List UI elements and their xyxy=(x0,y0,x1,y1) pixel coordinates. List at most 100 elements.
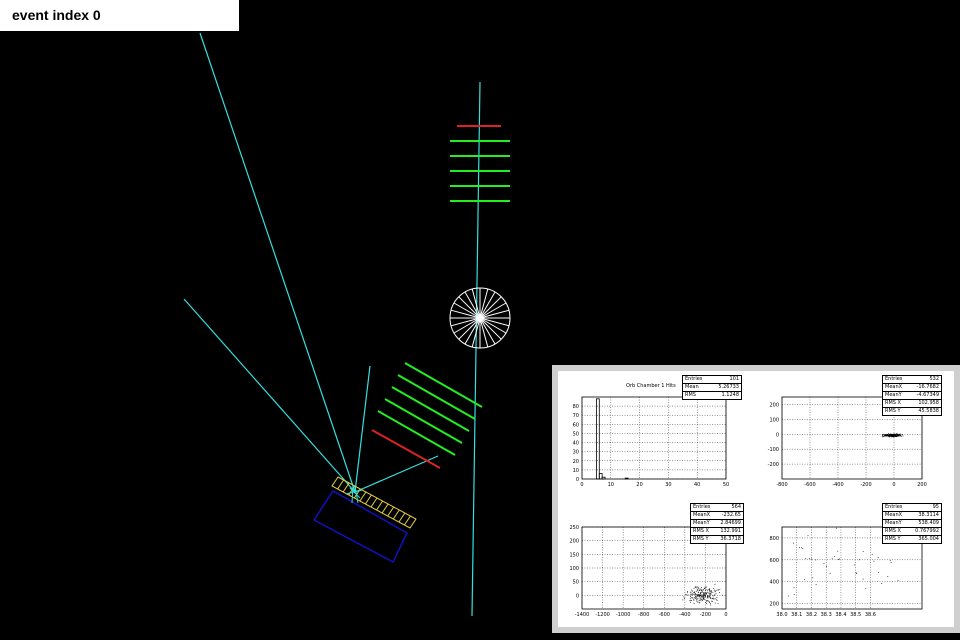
scatter-point xyxy=(715,593,717,595)
x-tick-label: -1000 xyxy=(616,612,631,618)
scatter-point xyxy=(704,595,706,597)
scatter-point xyxy=(709,590,710,591)
x-tick-label: 38.4 xyxy=(835,612,846,618)
event-index-label: event index 0 xyxy=(12,7,101,23)
scatter-point xyxy=(862,578,864,580)
x-tick-label: -1200 xyxy=(595,612,610,618)
scatter-point xyxy=(877,557,879,558)
scatter-point xyxy=(714,583,716,585)
scatter-point xyxy=(898,433,900,435)
scatter-point xyxy=(897,435,899,437)
stats-box-1: Entries 101 Mean 5.26733 RMS 1.1248 xyxy=(682,375,742,400)
y-tick-label: 200 xyxy=(769,602,779,608)
scatter-point xyxy=(709,594,710,596)
scatter-point xyxy=(884,436,886,438)
scatter-point xyxy=(706,593,707,595)
y-tick-label: 150 xyxy=(569,552,579,558)
y-tick-label: 0 xyxy=(776,432,779,438)
x-tick-label: 38.5 xyxy=(850,612,861,618)
y-tick-label: 80 xyxy=(573,404,579,410)
scatter-point xyxy=(709,591,711,592)
scatter-point xyxy=(891,436,892,438)
scatter-point xyxy=(693,594,695,595)
x-tick-label: 40 xyxy=(694,482,700,488)
y-tick-label: 100 xyxy=(569,566,579,572)
y-tick-label: 0 xyxy=(576,593,579,599)
y-tick-label: 20 xyxy=(573,459,579,465)
scatter-point xyxy=(878,571,879,573)
scatter-point xyxy=(706,592,708,593)
scatter-point xyxy=(712,591,714,593)
scatter-point xyxy=(899,435,900,436)
scatter-point xyxy=(718,589,719,591)
scatter-point xyxy=(862,551,864,552)
scatter-point xyxy=(793,594,795,595)
y-tick-label: 600 xyxy=(769,558,779,564)
scatter-point xyxy=(695,593,696,594)
scatter-point xyxy=(888,434,890,435)
scatter-point xyxy=(704,590,706,592)
scatter-point xyxy=(687,591,688,592)
scatter-point xyxy=(701,599,703,600)
scatter-point xyxy=(890,562,892,563)
scatter-point xyxy=(716,600,718,601)
scatter-point xyxy=(690,596,691,597)
scatter-point xyxy=(701,599,703,601)
scatter-point xyxy=(883,436,884,437)
stats-box-2: Entries 532 MeanX -16.7682 MeanY -4.67349 R… xyxy=(882,375,942,416)
scatter-point xyxy=(710,590,712,592)
scatter-point xyxy=(704,586,706,588)
scatter-point xyxy=(708,592,710,594)
scatter-point xyxy=(697,588,699,590)
scatter-point xyxy=(716,589,718,591)
scatter-point xyxy=(882,435,884,437)
scatter-point xyxy=(802,548,804,549)
scatter-point xyxy=(696,600,698,602)
scatter-point xyxy=(703,599,705,601)
scatter-point xyxy=(815,559,817,561)
scatter-point xyxy=(700,589,702,591)
x-tick-label: 200 xyxy=(917,482,927,488)
scatter-point xyxy=(694,586,696,588)
scatter-point xyxy=(710,594,712,595)
scatter-point xyxy=(704,594,705,596)
scatter-point xyxy=(823,563,825,564)
y-tick-label: 60 xyxy=(573,422,579,428)
scatter-point xyxy=(686,594,687,596)
scatter-point xyxy=(888,433,889,435)
scatter-point xyxy=(703,588,705,589)
scatter-point xyxy=(709,602,710,603)
scatter-point xyxy=(699,602,701,604)
scatter-point xyxy=(683,596,685,598)
upper-detector-layers xyxy=(450,125,510,202)
scatter-point xyxy=(812,577,814,579)
scatter-point xyxy=(691,589,692,591)
scatter-point xyxy=(694,592,695,594)
x-tick-label: 50 xyxy=(723,482,729,488)
scatter-point xyxy=(708,600,709,602)
scatter-point xyxy=(815,584,817,585)
event-label-box: event index 0 xyxy=(0,0,239,31)
scatter-point xyxy=(714,602,716,604)
scatter-point xyxy=(865,588,867,590)
scatter-point xyxy=(886,434,888,436)
x-tick-label: 0 xyxy=(580,482,583,488)
scatter-point xyxy=(709,596,711,598)
scatter-point xyxy=(890,436,892,437)
scatter-point xyxy=(696,587,698,589)
scatter-point xyxy=(833,556,835,557)
scatter-point xyxy=(889,560,891,561)
scatter-point xyxy=(701,587,702,588)
scatter-point xyxy=(838,559,839,560)
histogram-bar xyxy=(596,398,600,480)
scatter-point xyxy=(707,595,709,596)
y-tick-label: 200 xyxy=(769,402,779,408)
y-tick-label: 30 xyxy=(573,450,579,456)
scatter-point xyxy=(705,589,706,591)
plot-frame xyxy=(581,396,727,480)
scatter-point xyxy=(901,434,903,435)
scatter-point xyxy=(700,593,701,595)
scatter-point xyxy=(714,593,716,595)
scatter-point xyxy=(891,436,893,438)
scatter-point xyxy=(881,436,883,438)
